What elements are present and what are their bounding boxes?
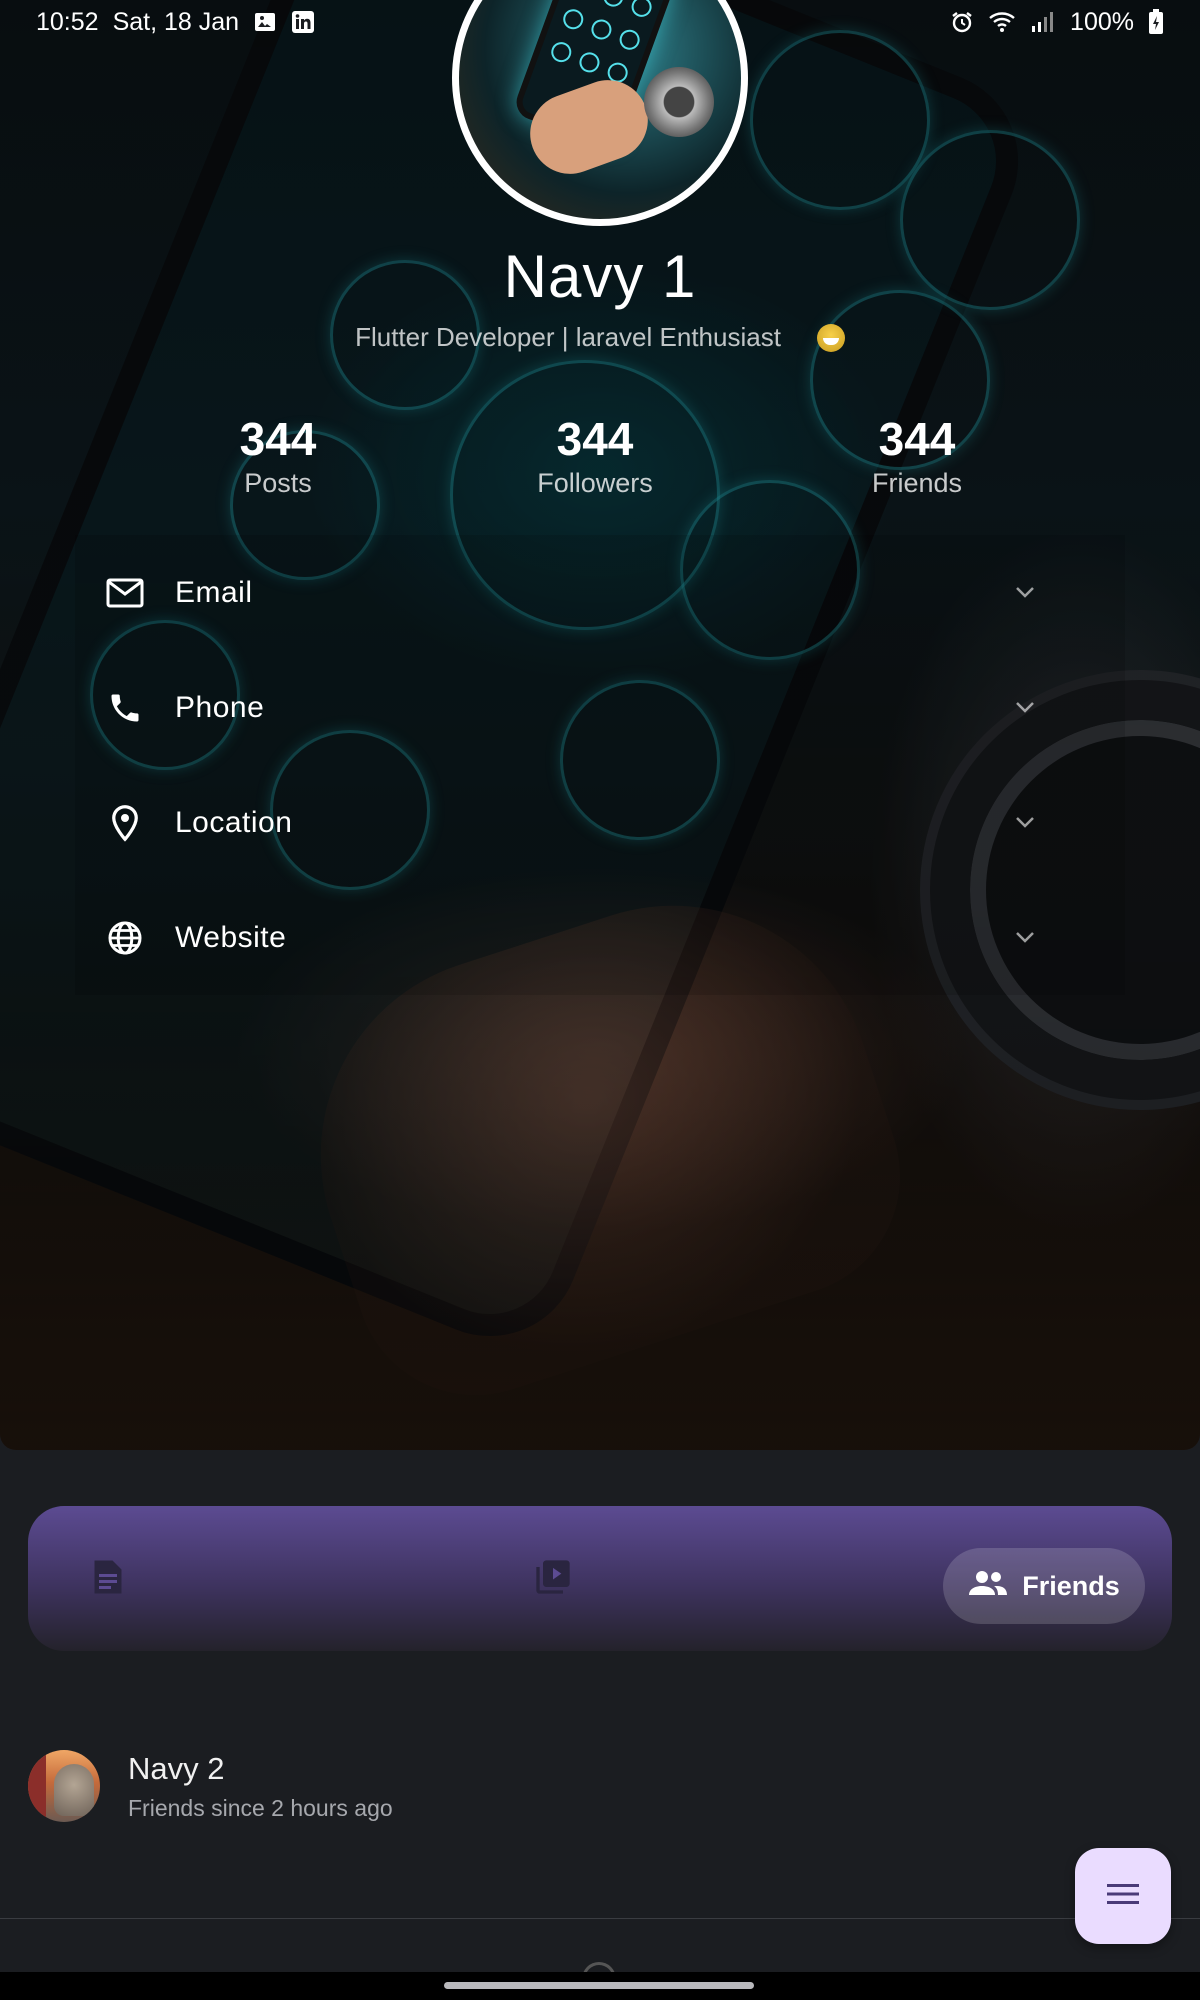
- stat-friends-value: 344: [878, 413, 956, 465]
- battery-icon: [1148, 9, 1164, 35]
- menu-icon: [1105, 1880, 1141, 1913]
- linkedin-icon: [291, 10, 315, 34]
- alarm-icon: [950, 10, 974, 34]
- tab-friends-label: Friends: [1022, 1570, 1120, 1601]
- contact-row-website[interactable]: Website: [75, 880, 1125, 995]
- chevron-down-icon[interactable]: [1010, 922, 1040, 952]
- profile-name: Navy 1: [503, 243, 697, 310]
- group-icon: [968, 1569, 1008, 1604]
- profile-tab-bar: Friends: [28, 1506, 1172, 1651]
- gallery-icon: [253, 10, 277, 34]
- stat-friends[interactable]: 344 Friends: [797, 412, 1037, 499]
- tab-videos[interactable]: [528, 1554, 578, 1604]
- status-bar: 10:52 Sat, 18 Jan 100%: [0, 0, 1200, 44]
- video-library-icon: [533, 1557, 573, 1602]
- tab-friends[interactable]: Friends: [943, 1548, 1145, 1624]
- wifi-icon: [988, 10, 1016, 34]
- tab-posts[interactable]: [83, 1554, 133, 1604]
- stat-posts-label: Posts: [244, 468, 312, 498]
- phone-icon: [105, 688, 145, 728]
- profile-bio: Flutter Developer | laravel Enthusiast: [0, 322, 1200, 353]
- contact-label-email: Email: [175, 575, 253, 609]
- stat-posts-value: 344: [239, 413, 317, 465]
- stat-followers-value: 344: [556, 413, 634, 465]
- location-pin-icon: [105, 803, 145, 843]
- contact-label-location: Location: [175, 805, 293, 839]
- contact-row-phone[interactable]: Phone: [75, 650, 1125, 765]
- list-item[interactable]: Navy 2 Friends since 2 hours ago: [28, 1748, 1168, 1824]
- friend-name: Navy 2: [128, 1750, 225, 1786]
- globe-icon: [105, 918, 145, 958]
- menu-fab-button[interactable]: [1075, 1848, 1171, 1944]
- article-icon: [90, 1557, 126, 1602]
- signal-icon: [1030, 10, 1056, 34]
- contact-label-website: Website: [175, 920, 287, 954]
- home-indicator[interactable]: [444, 1982, 754, 1989]
- status-date: Sat, 18 Jan: [112, 7, 240, 36]
- chevron-down-icon[interactable]: [1010, 692, 1040, 722]
- mail-icon: [105, 573, 145, 613]
- status-time: 10:52: [36, 7, 99, 36]
- friend-subtitle: Friends since 2 hours ago: [128, 1794, 393, 1821]
- contact-info-list: Email Phone Location Website: [75, 535, 1125, 995]
- profile-bio-text: Flutter Developer | laravel Enthusiast: [355, 322, 781, 352]
- stat-followers[interactable]: 344 Followers: [475, 412, 715, 499]
- stat-posts[interactable]: 344 Posts: [158, 412, 398, 499]
- stat-friends-label: Friends: [871, 468, 963, 498]
- battery-percent: 100%: [1070, 7, 1134, 36]
- contact-row-location[interactable]: Location: [75, 765, 1125, 880]
- grinning-face-emoji-icon: [816, 323, 845, 352]
- avatar[interactable]: [28, 1750, 100, 1822]
- contact-row-email[interactable]: Email: [75, 535, 1125, 650]
- divider: [0, 1918, 1200, 1919]
- chevron-down-icon[interactable]: [1010, 807, 1040, 837]
- chevron-down-icon[interactable]: [1010, 577, 1040, 607]
- contact-label-phone: Phone: [175, 690, 265, 724]
- stat-followers-label: Followers: [537, 468, 653, 498]
